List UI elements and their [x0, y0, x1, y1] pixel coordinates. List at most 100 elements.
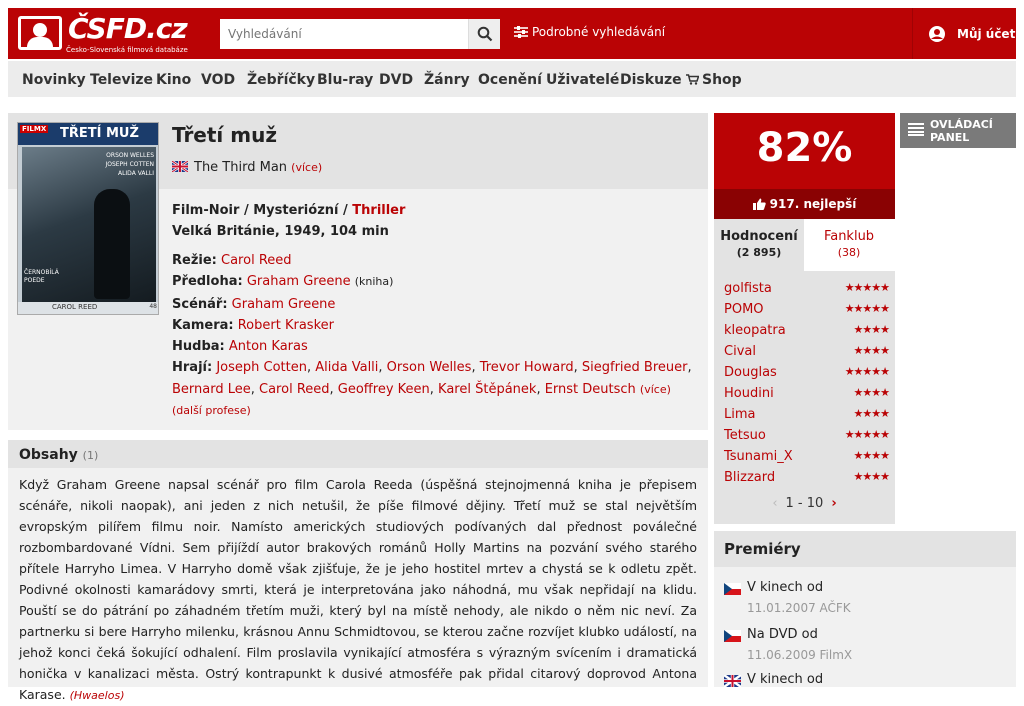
pager-range: 1 - 10 [785, 496, 824, 511]
poster-title: TŘETÍ MUŽ [60, 126, 139, 141]
crew-role: Režie: [172, 253, 217, 268]
star-rating: ★★★★ [853, 386, 890, 399]
genres-plain: Film-Noir / Mysteriózní / [172, 203, 353, 218]
premieres-list: V kinech od 11.01.2007 AČFK Na DVD od 11… [714, 567, 1016, 687]
list-item: Tsunami_X ★★★★ [724, 446, 890, 466]
synopsis-text: Když Graham Greene napsal scénář pro fil… [19, 474, 697, 706]
poster-number: 48 [149, 303, 157, 310]
crew-name-link[interactable]: Robert Krasker [238, 318, 334, 333]
user-link[interactable]: Cival [724, 344, 756, 359]
film-title: Třetí muž [172, 123, 277, 147]
cz-flag-icon [724, 583, 741, 595]
nav-kino[interactable]: Kino [156, 72, 191, 88]
film-genres: Film-Noir / Mysteriózní / Thriller [172, 203, 405, 218]
premiere-date: 11.06.2009 FilmX [747, 648, 853, 662]
synopsis-title-text: Obsahy [19, 447, 78, 463]
logo-icon [18, 16, 62, 50]
thumbs-up-icon [752, 198, 766, 210]
search-button[interactable] [468, 19, 500, 49]
logo-subtitle: Česko-Slovenská filmová databáze [66, 46, 188, 54]
premiere-label: V kinech od [747, 672, 824, 687]
pager-next-button[interactable]: › [831, 496, 836, 511]
user-link[interactable]: kleopatra [724, 323, 786, 338]
user-link[interactable]: Lima [724, 407, 755, 422]
nav-novinky[interactable]: Novinky [22, 72, 86, 88]
account-label: Můj účet [957, 27, 1016, 41]
nav-bluray[interactable]: Blu-ray [317, 72, 373, 88]
control-panel-button[interactable]: OVLÁDACÍ PANEL [900, 113, 1016, 148]
nav-uzivatele[interactable]: Uživatelé [546, 72, 619, 88]
nav-oceneni[interactable]: Ocenění [478, 72, 542, 88]
crew-name-link[interactable]: Carol Reed [221, 253, 292, 268]
actor-link[interactable]: Orson Welles [387, 360, 472, 375]
poster-footer: CAROL REED 48 [18, 302, 158, 314]
synopsis-author-link[interactable]: (Hwaelos) [70, 689, 125, 702]
crew-role: Scénář: [172, 297, 228, 312]
crew-name-link[interactable]: Graham Greene [232, 297, 336, 312]
nav-vod[interactable]: VOD [201, 72, 235, 88]
list-item: Blizzard ★★★★ [724, 467, 890, 487]
search-input[interactable] [220, 19, 468, 49]
pager-prev-button[interactable]: ‹ [772, 496, 777, 511]
crew-row-directing: Režie: Carol Reed [172, 253, 292, 268]
user-link[interactable]: Houdini [724, 386, 774, 401]
actor-link[interactable]: Geoffrey Keen [338, 382, 430, 397]
actor-link[interactable]: Karel Štěpánek [438, 382, 536, 397]
original-title-row: The Third Man (více) [172, 160, 322, 175]
nav-shop[interactable]: Shop [686, 72, 742, 88]
crew-role: Předloha: [172, 274, 243, 289]
list-item: golfista ★★★★★ [724, 278, 890, 298]
film-poster[interactable]: FILMX TŘETÍ MUŽ ORSON WELLES JOSEPH COTT… [17, 122, 159, 315]
premiere-date: 11.01.2007 AČFK [747, 601, 851, 615]
site-logo[interactable]: ČSFD.cz Česko-Slovenská filmová databáze [18, 12, 188, 56]
original-title: The Third Man [194, 160, 288, 175]
actor-link[interactable]: Bernard Lee [172, 382, 251, 397]
actors-role: Hrají: [172, 360, 213, 375]
user-link[interactable]: Douglas [724, 365, 777, 380]
actor-link[interactable]: Trevor Howard [480, 360, 574, 375]
star-rating: ★★★★★ [844, 302, 890, 315]
advanced-search-link[interactable]: Podrobné vyhledávání [514, 25, 665, 39]
list-item: Lima ★★★★ [724, 404, 890, 424]
actor-link[interactable]: Ernst Deutsch [545, 382, 636, 397]
actor-link[interactable]: Alida Valli [315, 360, 378, 375]
actor-link[interactable]: Carol Reed [259, 382, 330, 397]
star-rating: ★★★★★ [844, 281, 890, 294]
star-rating: ★★★★★ [844, 428, 890, 441]
user-link[interactable]: golfista [724, 281, 772, 296]
nav-televize[interactable]: Televize [90, 72, 153, 88]
tab-ratings-label: Hodnocení [720, 229, 798, 244]
user-link[interactable]: Blizzard [724, 470, 775, 485]
nav-dvd[interactable]: DVD [379, 72, 413, 88]
crew-name-link[interactable]: Anton Karas [229, 339, 308, 354]
synopsis-count: (1) [82, 449, 99, 462]
nav-zanry[interactable]: Žánry [424, 72, 470, 88]
list-item: POMO ★★★★★ [724, 299, 890, 319]
user-link[interactable]: POMO [724, 302, 764, 317]
cz-flag-icon [724, 630, 741, 642]
poster-side-text: ČERNOBÍLÁ POEDE [24, 269, 59, 284]
ratings-pager: ‹ 1 - 10 › [714, 496, 895, 511]
original-title-more-link[interactable]: (více) [291, 161, 322, 174]
synopsis-header [8, 440, 708, 468]
actor-link[interactable]: Siegfried Breuer [582, 360, 688, 375]
genre-link-thriller[interactable]: Thriller [352, 203, 405, 218]
film-origin: Velká Británie, 1949, 104 min [172, 224, 389, 239]
list-item: Cival ★★★★ [724, 341, 890, 361]
rating-rank[interactable]: 917. nejlepší [714, 189, 895, 219]
user-link[interactable]: Tetsuo [724, 428, 766, 443]
tab-fanclub[interactable]: Fanklub (38) [804, 219, 894, 271]
actors-more-link[interactable]: (více) [640, 383, 671, 396]
account-button[interactable]: Můj účet [912, 8, 1016, 59]
tab-ratings[interactable]: Hodnocení (2 895) [714, 219, 804, 271]
nav-zebricky[interactable]: Žebříčky [247, 72, 315, 88]
user-link[interactable]: Tsunami_X [724, 449, 793, 464]
nav-diskuze[interactable]: Diskuze [620, 72, 682, 88]
actor-link[interactable]: Joseph Cotten [216, 360, 307, 375]
more-professions-link[interactable]: (další profese) [172, 404, 251, 417]
uk-flag-icon [724, 675, 741, 687]
star-rating: ★★★★ [853, 449, 890, 462]
crew-name-link[interactable]: Graham Greene [247, 274, 351, 289]
star-rating: ★★★★ [853, 323, 890, 336]
nav-shop-label: Shop [702, 72, 742, 88]
